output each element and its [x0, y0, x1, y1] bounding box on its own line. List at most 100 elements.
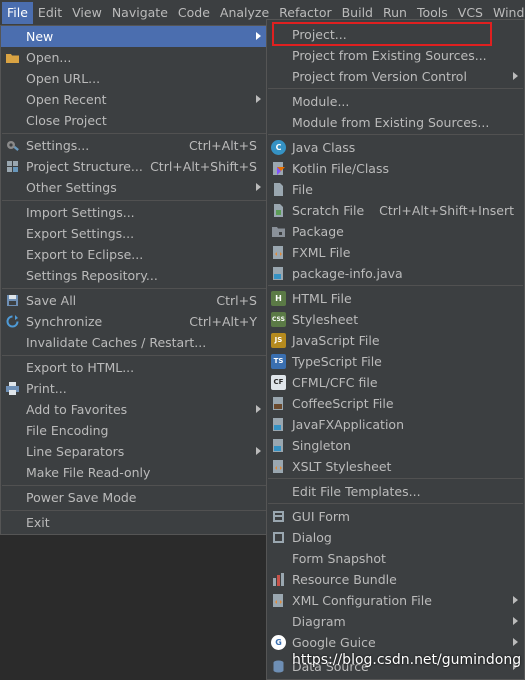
file-menu-close-project-label: Close Project [26, 113, 107, 128]
new-module-existing[interactable]: Module from Existing Sources... [267, 112, 524, 133]
file-menu-exit[interactable]: Exit [1, 512, 267, 533]
new-dialog[interactable]: Dialog [267, 527, 524, 548]
file-menu-import-settings[interactable]: Import Settings... [1, 202, 267, 223]
file-menu-export-html[interactable]: Export to HTML... [1, 357, 267, 378]
new-form-snapshot[interactable]: Form Snapshot [267, 548, 524, 569]
java-class-icon: C [271, 140, 286, 155]
menu-separator [268, 134, 523, 135]
file-menu-close-project[interactable]: Close Project [1, 110, 267, 131]
new-coffeescript-file[interactable]: CoffeeScript File [267, 393, 524, 414]
file-menu-settings-repository[interactable]: Settings Repository... [1, 265, 267, 286]
new-javafx-application[interactable]: JavaFXApplication [267, 414, 524, 435]
new-xslt-stylesheet[interactable]: XSLT Stylesheet [267, 456, 524, 477]
file-menu-file-encoding[interactable]: File Encoding [1, 420, 267, 441]
new-package[interactable]: Package [267, 221, 524, 242]
kotlin-file-icon [273, 162, 285, 175]
file-menu-settings[interactable]: Settings... Ctrl+Alt+S [1, 135, 267, 156]
menu-code[interactable]: Code [173, 2, 215, 24]
menu-separator [2, 133, 266, 134]
new-fxml-file[interactable]: FXML File [267, 242, 524, 263]
singleton-file-icon [273, 439, 283, 452]
menu-view[interactable]: View [67, 2, 107, 24]
javascript-file-icon: JS [271, 333, 286, 348]
new-file[interactable]: File [267, 179, 524, 200]
file-menu-print[interactable]: Print... [1, 378, 267, 399]
new-javascript-file[interactable]: JS JavaScript File [267, 330, 524, 351]
new-package-info[interactable]: package-info.java [267, 263, 524, 284]
highlight-box [272, 22, 492, 46]
dialog-icon [273, 532, 284, 543]
new-gui-form-label: GUI Form [292, 509, 350, 524]
new-scratch-file[interactable]: Scratch File Ctrl+Alt+Shift+Insert [267, 200, 524, 221]
menu-navigate[interactable]: Navigate [107, 2, 173, 24]
file-menu-make-readonly-label: Make File Read-only [26, 465, 151, 480]
synchronize-shortcut: Ctrl+Alt+Y [189, 314, 257, 329]
file-menu-other-settings[interactable]: Other Settings [1, 177, 267, 198]
file-menu-power-save[interactable]: Power Save Mode [1, 487, 267, 508]
xml-file-icon [273, 594, 283, 607]
file-menu-open[interactable]: Open... [1, 47, 267, 68]
sync-icon [6, 315, 19, 328]
new-typescript-file-label: TypeScript File [292, 354, 382, 369]
file-menu-invalidate-caches-label: Invalidate Caches / Restart... [26, 335, 207, 350]
save-all-shortcut: Ctrl+S [216, 293, 257, 308]
file-menu-export-eclipse[interactable]: Export to Eclipse... [1, 244, 267, 265]
file-menu-make-readonly[interactable]: Make File Read-only [1, 462, 267, 483]
file-menu-other-settings-label: Other Settings [26, 180, 117, 195]
file-menu-save-all[interactable]: Save All Ctrl+S [1, 290, 267, 311]
css-file-icon: CSS [271, 312, 286, 327]
file-menu-open-recent[interactable]: Open Recent [1, 89, 267, 110]
new-cfml-file[interactable]: CF CFML/CFC file [267, 372, 524, 393]
new-resource-bundle[interactable]: Resource Bundle [267, 569, 524, 590]
new-project-existing[interactable]: Project from Existing Sources... [267, 45, 524, 66]
menu-file[interactable]: File [2, 2, 33, 24]
file-menu-add-favorites-label: Add to Favorites [26, 402, 128, 417]
file-menu-export-settings[interactable]: Export Settings... [1, 223, 267, 244]
file-menu-open-url[interactable]: Open URL... [1, 68, 267, 89]
new-gui-form[interactable]: GUI Form [267, 506, 524, 527]
menu-edit[interactable]: Edit [33, 2, 67, 24]
new-diagram[interactable]: Diagram [267, 611, 524, 632]
javafx-file-icon [273, 418, 283, 431]
file-menu-project-structure[interactable]: Project Structure... Ctrl+Alt+Shift+S [1, 156, 267, 177]
new-java-class[interactable]: C Java Class [267, 137, 524, 158]
new-edit-file-templates[interactable]: Edit File Templates... [267, 481, 524, 502]
save-icon [7, 295, 18, 306]
new-singleton[interactable]: Singleton [267, 435, 524, 456]
fxml-file-icon [273, 246, 283, 259]
new-xml-config-file[interactable]: XML Configuration File [267, 590, 524, 611]
new-project-vcs-label: Project from Version Control [292, 69, 467, 84]
project-structure-shortcut: Ctrl+Alt+Shift+S [150, 159, 257, 174]
file-menu-line-separators-label: Line Separators [26, 444, 125, 459]
new-diagram-label: Diagram [292, 614, 346, 629]
file-menu-file-encoding-label: File Encoding [26, 423, 109, 438]
new-xslt-stylesheet-label: XSLT Stylesheet [292, 459, 392, 474]
new-module[interactable]: Module... [267, 91, 524, 112]
submenu-arrow-icon [256, 447, 261, 455]
coffeescript-file-icon [273, 397, 283, 410]
new-stylesheet[interactable]: CSS Stylesheet [267, 309, 524, 330]
settings-shortcut: Ctrl+Alt+S [188, 138, 257, 153]
submenu-arrow-icon [256, 405, 261, 413]
new-google-guice-label: Google Guice [292, 635, 376, 650]
java-file-icon [273, 267, 283, 280]
new-package-label: Package [292, 224, 344, 239]
file-menu-new[interactable]: New [1, 26, 267, 47]
new-package-info-label: package-info.java [292, 266, 403, 281]
new-typescript-file[interactable]: TS TypeScript File [267, 351, 524, 372]
new-edit-file-templates-label: Edit File Templates... [292, 484, 421, 499]
file-menu: New Open... Open URL... Open Recent Clos… [0, 25, 268, 535]
new-project-vcs[interactable]: Project from Version Control [267, 66, 524, 87]
file-menu-synchronize[interactable]: Synchronize Ctrl+Alt+Y [1, 311, 267, 332]
file-icon [274, 183, 283, 196]
new-kotlin-file[interactable]: Kotlin File/Class [267, 158, 524, 179]
new-html-file[interactable]: H HTML File [267, 288, 524, 309]
file-menu-invalidate-caches[interactable]: Invalidate Caches / Restart... [1, 332, 267, 353]
file-menu-add-favorites[interactable]: Add to Favorites [1, 399, 267, 420]
menu-separator [268, 503, 523, 504]
file-menu-line-separators[interactable]: Line Separators [1, 441, 267, 462]
menu-separator [268, 285, 523, 286]
new-google-guice[interactable]: G Google Guice [267, 632, 524, 653]
scratch-file-shortcut: Ctrl+Alt+Shift+Insert [379, 203, 514, 218]
new-stylesheet-label: Stylesheet [292, 312, 359, 327]
